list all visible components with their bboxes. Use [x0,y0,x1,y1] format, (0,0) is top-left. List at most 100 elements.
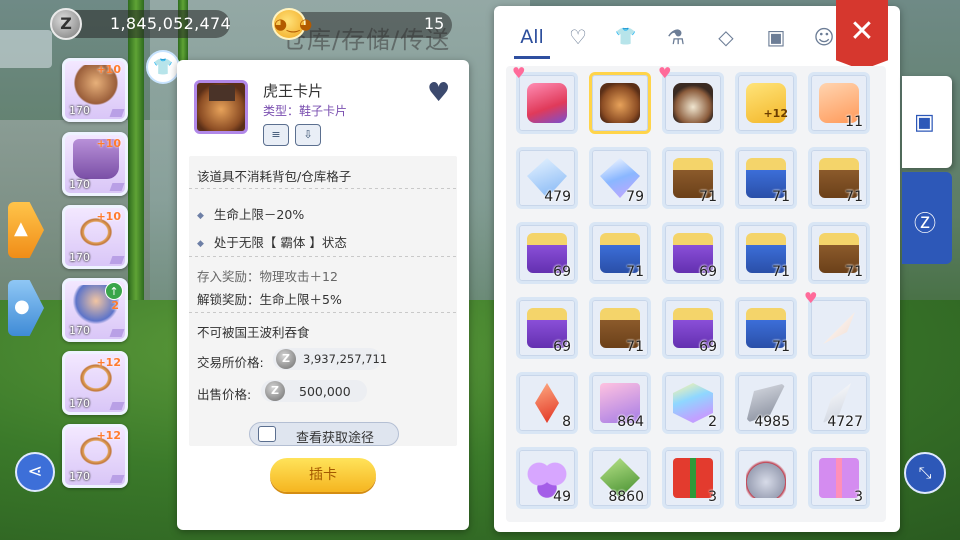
item-quantity: 4985 [754,414,790,430]
money-bag-icon: Ⓩ [914,212,937,237]
inventory-slot[interactable]: 71 [735,297,797,359]
inventory-slot[interactable]: 71 [589,222,651,284]
compare-icon[interactable]: ≡ [263,124,289,146]
item-quantity: 69 [553,339,571,355]
tab-cards[interactable]: ▣ [758,22,794,52]
inventory-slot[interactable] [589,72,651,134]
inventory-slot[interactable]: 71 [735,222,797,284]
inventory-slot[interactable]: 8860 [589,447,651,509]
inventory-slot[interactable]: 3 [662,447,724,509]
item-quantity: 69 [699,339,717,355]
rarity-corner [109,183,125,191]
exchange-price-label: 交易所价格: [197,355,264,370]
rarity-corner [109,109,125,117]
inventory-slot[interactable]: 2 [662,372,724,434]
effect-text: 处于无限【 霸体 】状态 [213,235,347,250]
inventory-slot[interactable]: 71 [735,147,797,209]
source-list-icon [258,426,276,442]
bullet-diamond-icon: ◆ [197,211,204,221]
active-tab-indicator [514,56,550,59]
refine-level: +12 [96,429,121,442]
item-quantity: 11 [845,114,863,130]
inventory-slot[interactable]: 479 [516,147,578,209]
tab-all[interactable]: All [514,22,550,52]
item-detail-panel: 虎王卡片 类型：鞋子卡片 ≡ ⇩ ♥ 该道具不消耗背包/仓库格子 ◆ 生命上限－2… [177,60,469,530]
effect-line-1: ◆ 生命上限－20% [197,204,304,223]
refine-level: +12 [96,356,121,369]
insert-card-button[interactable]: 插卡 [270,458,376,492]
item-quantity: 49 [553,489,571,505]
view-source-button[interactable]: 查看获取途径 [249,422,399,446]
inventory-slot[interactable]: +12 [735,72,797,134]
equipped-item-slot[interactable]: +10 170 [62,132,128,196]
equipped-item-slot[interactable]: +10 170 [62,58,128,122]
inventory-slot[interactable]: 79 [589,147,651,209]
share-button[interactable]: ⋖ [15,452,55,492]
inventory-slot[interactable]: 11 [808,72,870,134]
inventory-slot[interactable]: 3 [808,447,870,509]
download-icon[interactable]: ⇩ [295,124,321,146]
tab-equipment[interactable]: 👕 [608,22,644,52]
favorite-heart-icon[interactable]: ♥ [427,80,450,106]
divider [189,256,457,257]
inventory-slot[interactable]: 8 [516,372,578,434]
equipped-item-slot[interactable]: +12 170 [62,351,128,415]
top-hat-icon [209,85,235,101]
equipped-item-slot[interactable]: ↑ 2 170 [62,278,128,342]
item-quantity: 3 [708,489,717,505]
item-level: 170 [69,104,90,117]
inventory-slot[interactable]: 4727 [808,372,870,434]
item-level: 170 [69,178,90,191]
item-quantity: 71 [772,339,790,355]
tab-favorites[interactable]: ♡ [560,22,596,52]
prism-icon [673,383,713,423]
equipped-item-slot[interactable]: +12 170 [62,424,128,488]
zeny-coin-icon: Z [276,349,296,369]
item-quantity: 79 [626,189,644,205]
item-name: 虎王卡片 [263,82,324,100]
money-bag-tab[interactable]: Ⓩ [902,172,952,264]
tab-gems[interactable]: ◇ [708,22,744,52]
equipped-item-slot[interactable]: +10 170 [62,205,128,269]
gift-purple-icon [819,458,859,498]
item-level: 170 [69,324,90,337]
inventory-slot[interactable]: 71 [808,222,870,284]
inventory-slot[interactable]: 4985 [735,372,797,434]
inventory-slot[interactable]: 71 [589,297,651,359]
store-bonus: 存入奖励：物理攻击＋12 [197,269,338,284]
item-quantity: 864 [617,414,644,430]
inventory-slot[interactable]: 49 [516,447,578,509]
collapse-ui-button[interactable]: ⤡ [904,452,946,494]
inventory-slot[interactable]: 69 [662,297,724,359]
unlock-bonus: 解锁奖励：生命上限＋5% [197,292,342,307]
inventory-slot[interactable]: 69 [516,297,578,359]
pet-face-icon[interactable]: ◕‿◕ [272,8,312,40]
item-quantity: 8 [562,414,571,430]
tiger-king-card-icon [194,80,248,134]
refine-level: +10 [96,210,121,223]
tab-consumables[interactable]: ⚗ [658,22,694,52]
inventory-slot[interactable]: 71 [808,147,870,209]
inventory-slot[interactable]: 69 [516,222,578,284]
item-type: 类型：鞋子卡片 [263,104,348,118]
inventory-slot[interactable]: 69 [662,222,724,284]
item-quantity: 71 [845,189,863,205]
backpack-tab[interactable]: ▣ [902,76,952,168]
divider [189,188,457,189]
rarity-corner [109,329,125,337]
card-red-icon [527,83,567,123]
left-edge-tab[interactable] [0,30,52,68]
inventory-slot[interactable]: 71 [662,147,724,209]
divider [189,312,457,313]
rarity-corner [109,475,125,483]
item-quantity: 2 [708,414,717,430]
item-quantity: 71 [626,339,644,355]
favorite-heart-icon: ♥ [512,64,526,82]
share-icon: ⋖ [27,461,43,482]
inventory-slot[interactable]: 864 [589,372,651,434]
inventory-slot[interactable] [735,447,797,509]
potion-icon [746,458,786,498]
close-button[interactable]: ✕ [836,0,888,70]
slot-note: 该道具不消耗背包/仓库格子 [197,169,352,184]
wardrobe-button[interactable]: 👕 [146,50,180,84]
